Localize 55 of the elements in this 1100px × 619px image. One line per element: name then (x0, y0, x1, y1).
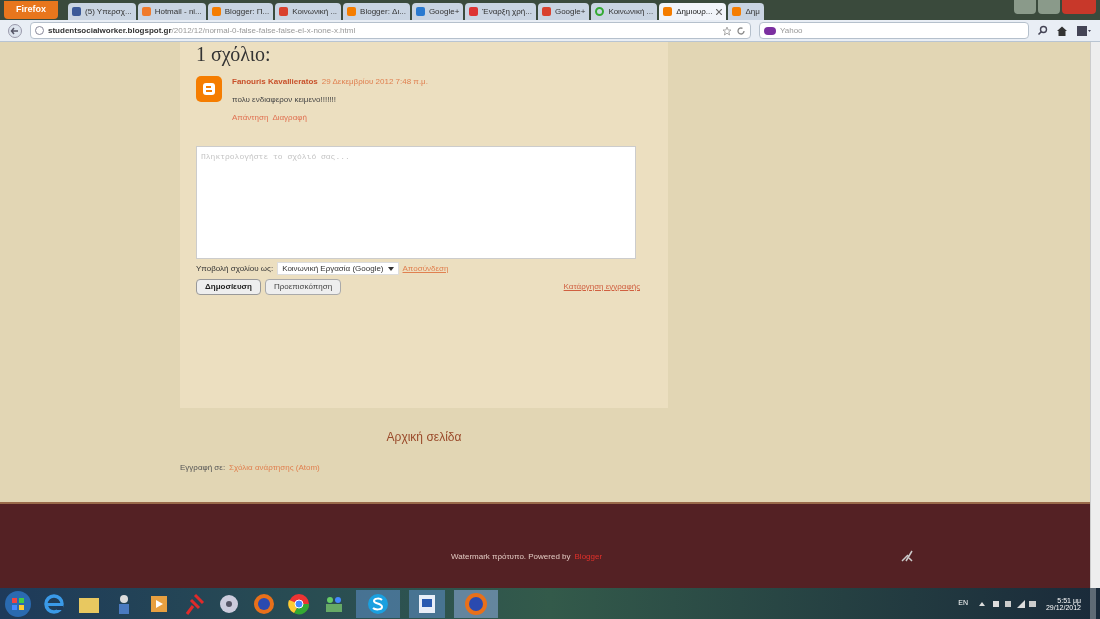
favicon-icon (347, 7, 357, 16)
back-icon[interactable] (8, 23, 22, 38)
yahoo-icon (764, 26, 776, 35)
favicon-icon (211, 7, 221, 16)
start-button[interactable] (4, 589, 32, 618)
loading-icon (595, 7, 605, 16)
identity-dropdown[interactable]: Κοινωνική Εργασία (Google) (277, 262, 399, 275)
browser-tab[interactable]: Hotmail - ni... (137, 3, 206, 20)
bookmarks-icon[interactable] (1076, 24, 1092, 37)
browser-tab[interactable]: Blogger: Δι... (343, 3, 410, 20)
blogger-avatar-icon (196, 76, 222, 102)
browser-tab[interactable]: Δημιουρ... (659, 3, 727, 20)
subscribe-label: Εγγραφή σε: (180, 462, 226, 474)
publish-button[interactable]: Δημοσίευση (196, 279, 261, 295)
home-link[interactable]: Αρχική σελίδα (386, 428, 462, 446)
favicon-icon (72, 7, 81, 16)
browser-tab[interactable]: Κοινωνική ... (275, 3, 342, 20)
address-bar[interactable]: studentsocialworker.blogspot.gr/2012/12/normal-0-false-false-false-el-x-none-x.html (30, 22, 751, 39)
url-host: studentsocialworker.blogspot.gr (48, 24, 172, 37)
reload-icon[interactable] (736, 25, 746, 36)
favicon-icon (732, 7, 742, 16)
favicon-icon (469, 7, 479, 16)
comments-heading: 1 σχόλιο: (196, 42, 271, 66)
browser-tab[interactable]: (5) Υπερσχ... (68, 3, 136, 20)
star-icon[interactable] (722, 25, 732, 36)
tray-icons-drawing[interactable] (976, 598, 1037, 609)
browser-tab[interactable]: Κοινωνική ... (591, 3, 658, 20)
search-icon[interactable] (1037, 25, 1048, 36)
internet-explorer-icon[interactable] (41, 591, 67, 616)
favicon-icon (279, 7, 289, 16)
browser-tab[interactable]: Google+ (411, 3, 464, 20)
post-as-label: Υποβολή σχολίου ως: (196, 262, 274, 275)
document-icon[interactable] (409, 589, 445, 618)
close-icon[interactable] (716, 8, 723, 15)
comment-text: πολυ ενδιαφερον κειμενο!!!!!!! (232, 94, 338, 106)
browser-tab[interactable]: Έναρξη χρή... (465, 3, 536, 20)
window-controls-icon[interactable] (1014, 0, 1096, 14)
circle-logo-icon[interactable] (286, 591, 312, 616)
favicon-icon (141, 7, 151, 16)
favicon-icon (541, 7, 551, 16)
browser-tab[interactable]: Blogger: Π... (207, 3, 274, 20)
footer-text: Watermark πρότυπο. Powered by (451, 551, 571, 563)
comment-author-link[interactable]: Fanouris Kavallieratos (232, 76, 318, 88)
home-icon[interactable] (1056, 24, 1068, 37)
tools-icon[interactable] (900, 549, 914, 563)
preview-button[interactable]: Προεπισκόπηση (264, 279, 342, 295)
scrollbar[interactable] (1090, 42, 1100, 588)
favicon-icon (663, 7, 673, 16)
browser-tab[interactable]: Δημ (728, 3, 764, 20)
browser-tab[interactable]: Google+ (537, 3, 590, 20)
url-path: /2012/12/normal-0-false-false-false-el-x-none-x.html (171, 24, 356, 37)
favicon-icon (415, 7, 425, 16)
search-placeholder: Yahoo (780, 24, 803, 37)
skype-icon[interactable] (356, 589, 400, 618)
caret-icon (387, 266, 394, 271)
